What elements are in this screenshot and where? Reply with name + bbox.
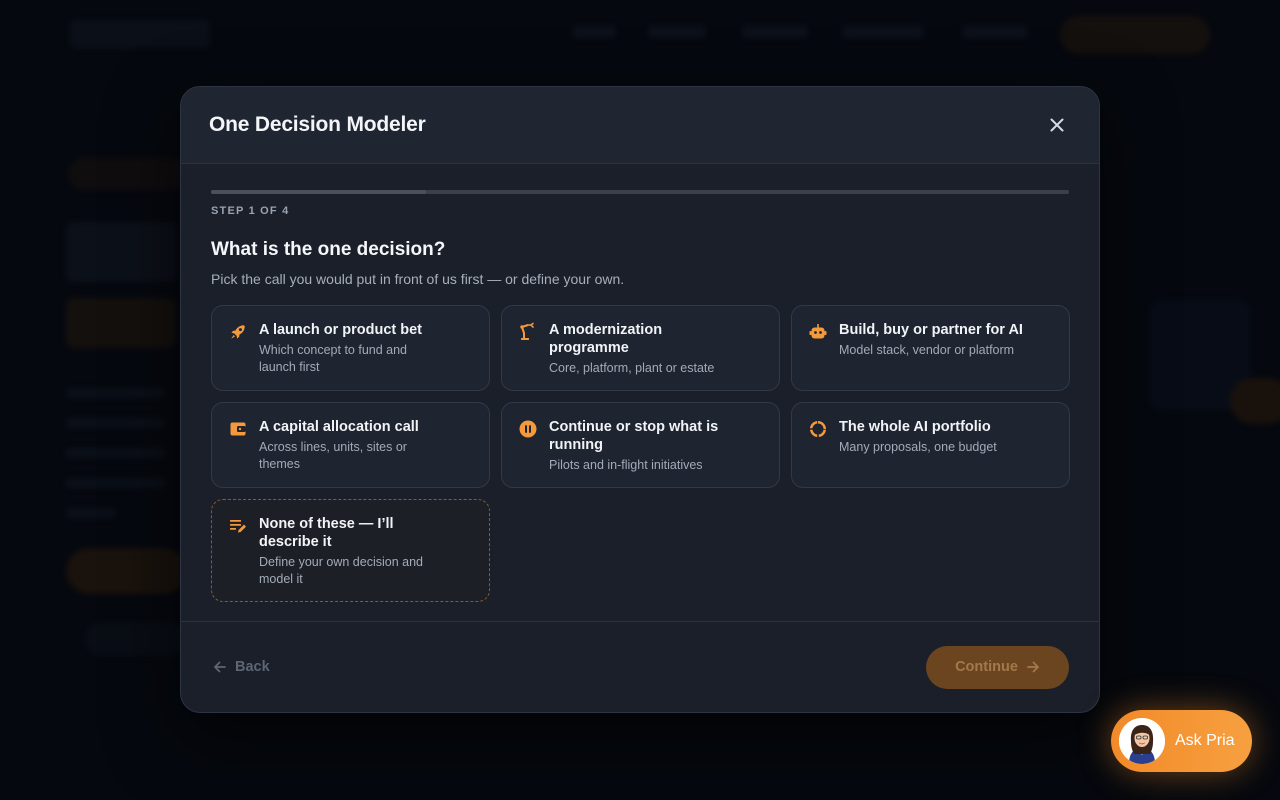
arrow-right-icon <box>1027 661 1039 673</box>
continue-label: Continue <box>955 659 1018 675</box>
ask-pria-label: Ask Pria <box>1175 732 1235 749</box>
ask-pria-button[interactable]: Ask Pria <box>1111 710 1252 772</box>
option-title: A capital allocation call <box>259 419 419 435</box>
dialog-title: One Decision Modeler <box>209 113 426 136</box>
option-capital-allocation[interactable]: A capital allocation call Across lines, … <box>211 402 490 488</box>
option-description: Core, platform, plant or estate <box>549 361 715 375</box>
option-title: Continue or stop what is running <box>549 419 719 453</box>
option-description: Model stack, vendor or platform <box>839 343 1015 357</box>
option-title: Build, buy or partner for AI <box>839 322 1023 338</box>
avatar <box>1119 718 1165 764</box>
step-indicator: STEP 1 OF 4 <box>211 205 290 217</box>
option-whole-ai-portfolio[interactable]: The whole AI portfolio Many proposals, o… <box>791 402 1070 488</box>
portfolio-ring-icon <box>810 421 826 437</box>
robot-arm-icon <box>520 322 534 340</box>
dialog-header: One Decision Modeler <box>181 87 1099 164</box>
back-button[interactable]: Back <box>213 659 270 675</box>
option-launch-product-bet[interactable]: A launch or product bet Which concept to… <box>211 305 490 391</box>
option-build-buy-partner-ai[interactable]: Build, buy or partner for AI Model stack… <box>791 305 1070 391</box>
option-continue-or-stop[interactable]: Continue or stop what is running Pilots … <box>501 402 780 488</box>
dialog-footer: Back Continue <box>181 621 1099 712</box>
robot-icon <box>809 324 827 339</box>
option-modernization-programme[interactable]: A modernization programme Core, platform… <box>501 305 780 391</box>
option-description: Many proposals, one budget <box>839 440 997 454</box>
close-button[interactable] <box>1043 111 1071 139</box>
option-description: Across lines, units, sites or themes <box>259 440 407 471</box>
question-subtitle: Pick the call you would put in front of … <box>211 271 625 287</box>
rocket-icon <box>231 325 245 339</box>
option-description: Pilots and in-flight initiatives <box>549 458 703 472</box>
option-title: None of these — I’ll describe it <box>259 516 394 550</box>
option-description: Which concept to fund and launch first <box>259 343 408 374</box>
question-heading: What is the one decision? <box>211 239 446 260</box>
assistant-avatar-icon <box>1119 718 1165 764</box>
wallet-icon <box>230 422 246 436</box>
progress-bar <box>211 190 1069 194</box>
dialog-body: STEP 1 OF 4 What is the one decision? Pi… <box>181 164 1099 602</box>
arrow-left-icon <box>214 661 226 673</box>
option-title: A modernization programme <box>549 322 663 356</box>
option-title: The whole AI portfolio <box>839 419 991 435</box>
decision-options: A launch or product bet Which concept to… <box>211 305 1070 602</box>
back-label: Back <box>235 659 270 675</box>
option-title: A launch or product bet <box>259 322 422 338</box>
continue-button[interactable]: Continue <box>926 645 1069 689</box>
pause-icon <box>519 420 537 438</box>
progress-bar-fill <box>211 190 426 194</box>
edit-notes-icon <box>230 520 246 533</box>
option-description: Define your own decision and model it <box>259 555 423 586</box>
close-icon <box>1050 118 1064 132</box>
option-describe-own[interactable]: None of these — I’ll describe it Define … <box>211 499 490 602</box>
decision-modeler-dialog: One Decision Modeler STEP 1 OF 4 What is… <box>180 86 1100 713</box>
